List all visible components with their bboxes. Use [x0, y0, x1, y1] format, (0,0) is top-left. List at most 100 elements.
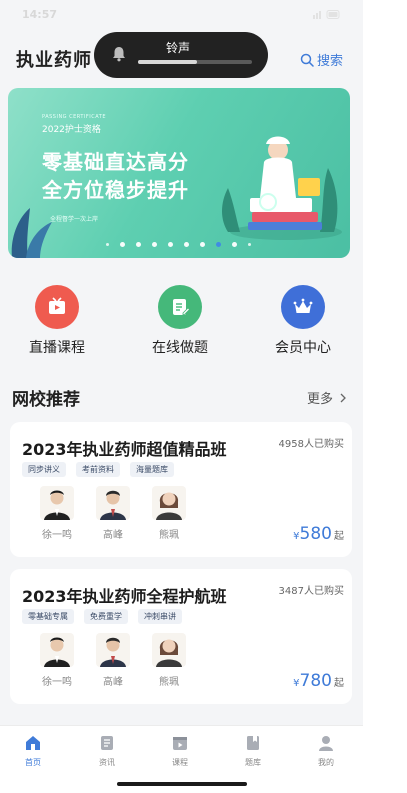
more-label: 更多 [306, 392, 333, 407]
teacher-name: 徐一鸣 [42, 677, 72, 688]
promo-banner[interactable]: PASSING CERTIFICATE 2022护士资格 零基础直达高分 全方位… [8, 88, 350, 258]
teacher[interactable]: 高峰 [86, 633, 140, 688]
banner-headline-1: 零基础直达高分 [42, 150, 189, 174]
tab-question-bank[interactable]: 题库 [223, 734, 283, 768]
app-screen: 14:57 执业药师 搜索 铃声 PASSING CERTIFICATE 202… [0, 0, 363, 793]
course-tags: 同步讲义 考前资料 海量题库 [22, 462, 184, 477]
person-portrait-icon [100, 637, 126, 667]
quick-item-live[interactable]: 直播课程 [7, 285, 107, 357]
banner-cert: 2022护士资格 [42, 125, 101, 135]
tab-label: 资讯 [99, 758, 115, 767]
course-buyers: 3487人已购买 [278, 586, 344, 597]
person-portrait-icon [44, 637, 70, 667]
more-link[interactable]: 更多 [307, 388, 347, 407]
course-card[interactable]: 2023年执业药师超值精品班 4958人已购买 同步讲义 考前资料 海量题库 徐… [10, 422, 352, 557]
course-price: ¥ 580 起 [293, 524, 344, 544]
search-button[interactable]: 搜索 [300, 50, 343, 69]
course-tag: 零基础专属 [22, 609, 74, 624]
carousel-dot[interactable] [168, 242, 173, 247]
teacher-avatar [96, 633, 130, 667]
teacher-name: 高峰 [103, 530, 123, 541]
banner-tag-en: PASSING CERTIFICATE [42, 114, 107, 120]
tab-courses[interactable]: 课程 [150, 734, 210, 768]
section-title: 网校推荐 [12, 390, 80, 410]
news-icon [101, 736, 113, 750]
course-title: 2023年执业药师全程护航班 [22, 587, 227, 606]
quick-label-practice: 在线做题 [152, 340, 208, 356]
quick-icon-bg [281, 285, 325, 329]
teacher[interactable]: 熊珮 [142, 486, 196, 541]
tab-profile[interactable]: 我的 [296, 734, 356, 768]
tab-news[interactable]: 资讯 [77, 734, 137, 768]
leaf-decoration [11, 208, 52, 258]
teacher-list: 徐一鸣 高峰 熊珮 [30, 633, 198, 688]
price-suffix: 起 [334, 678, 344, 689]
course-tag: 免费重学 [84, 609, 128, 624]
edit-document-icon [173, 299, 191, 316]
course-title: 2023年执业药师超值精品班 [22, 440, 227, 459]
carousel-dot-active[interactable] [216, 242, 221, 247]
search-label: 搜索 [316, 54, 343, 69]
tab-label: 首页 [25, 758, 41, 767]
quick-label-vip: 会员中心 [275, 340, 331, 356]
teacher[interactable]: 徐一鸣 [30, 633, 84, 688]
ringer-label: 铃声 [166, 41, 191, 55]
video-icon [173, 737, 187, 750]
page-title: 执业药师 [16, 50, 92, 71]
teacher[interactable]: 高峰 [86, 486, 140, 541]
teacher[interactable]: 熊珮 [142, 633, 196, 688]
page-margin [363, 0, 407, 793]
course-price: ¥ 780 起 [293, 671, 344, 691]
question-bank-icon [247, 736, 259, 750]
price-amount: 780 [299, 671, 332, 691]
tab-label: 题库 [245, 758, 261, 767]
live-play-icon [49, 297, 65, 314]
teacher-avatar [152, 486, 186, 520]
teacher-avatar [152, 633, 186, 667]
tab-home[interactable]: 首页 [3, 734, 63, 768]
teacher[interactable]: 徐一鸣 [30, 486, 84, 541]
price-suffix: 起 [334, 531, 344, 542]
chevron-right-icon [340, 393, 346, 402]
ringer-volume-hud: 铃声 [94, 32, 268, 78]
course-card[interactable]: 2023年执业药师全程护航班 3487人已购买 零基础专属 免费重学 冲刺串讲 … [10, 569, 352, 704]
person-portrait-icon [100, 490, 126, 520]
course-tags: 零基础专属 免费重学 冲刺串讲 [22, 609, 192, 624]
teacher-list: 徐一鸣 高峰 熊珮 [30, 486, 198, 541]
course-tag: 海量题库 [130, 462, 174, 477]
course-tag: 考前资料 [76, 462, 120, 477]
home-indicator [117, 782, 247, 786]
battery-icon [313, 10, 340, 19]
person-portrait-icon [156, 639, 182, 667]
tab-label: 课程 [172, 758, 188, 767]
nurse-illustration [222, 136, 342, 240]
carousel-dot[interactable] [232, 242, 237, 247]
carousel-dot[interactable] [136, 242, 141, 247]
profile-icon [319, 736, 333, 751]
carousel-dot[interactable] [152, 242, 157, 247]
quick-menu: 直播课程 在线做题 会员中心 [0, 285, 363, 357]
course-tag: 冲刺串讲 [138, 609, 182, 624]
quick-item-vip[interactable]: 会员中心 [253, 285, 353, 357]
tab-label: 我的 [318, 758, 334, 767]
course-buyers: 4958人已购买 [278, 439, 344, 450]
carousel-dot[interactable] [200, 242, 205, 247]
teacher-name: 徐一鸣 [42, 530, 72, 541]
carousel-indicator[interactable] [106, 242, 262, 247]
carousel-dot[interactable] [248, 243, 251, 246]
quick-icon-bg [158, 285, 202, 329]
teacher-name: 熊珮 [159, 530, 179, 541]
carousel-dot[interactable] [184, 242, 189, 247]
teacher-avatar [40, 633, 74, 667]
quick-label-live: 直播课程 [29, 340, 85, 356]
person-portrait-icon [44, 490, 70, 520]
quick-item-practice[interactable]: 在线做题 [130, 285, 230, 357]
status-time: 14:57 [22, 8, 58, 21]
carousel-dot[interactable] [106, 243, 109, 246]
ringer-volume-track [138, 60, 252, 64]
teacher-avatar [40, 486, 74, 520]
crown-icon [293, 298, 313, 313]
teacher-name: 熊珮 [159, 677, 179, 688]
carousel-dot[interactable] [120, 242, 125, 247]
teacher-avatar [96, 486, 130, 520]
